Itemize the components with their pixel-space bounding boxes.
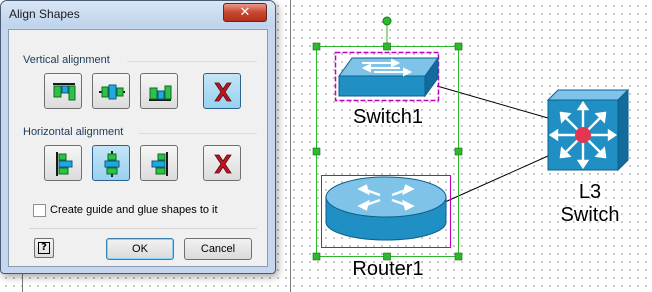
align-top-button[interactable] (44, 73, 82, 109)
align-middle-button[interactable] (92, 73, 130, 109)
create-guide-checkbox[interactable] (33, 204, 46, 217)
red-x-icon (214, 82, 232, 102)
close-button[interactable]: ✕ (223, 3, 267, 22)
l3-switch-label-line1[interactable]: L3 (558, 181, 622, 204)
connector-switch1-l3[interactable] (436, 85, 549, 119)
connector-router1-l3[interactable] (444, 155, 549, 203)
switch1-label[interactable]: Switch1 (345, 106, 431, 129)
router-icon[interactable] (321, 175, 451, 248)
create-guide-checkbox-label[interactable]: Create guide and glue shapes to it (50, 204, 218, 216)
vertical-alignment-label: Vertical alignment (23, 54, 110, 66)
align-center-button[interactable] (92, 145, 130, 181)
l3-switch-icon[interactable] (546, 88, 630, 172)
horizontal-alignment-label: Horizontal alignment (23, 126, 124, 138)
align-right-icon (151, 152, 168, 176)
align-bottom-button[interactable] (140, 73, 178, 109)
align-middle-icon (99, 84, 125, 100)
router1-label[interactable]: Router1 (344, 258, 432, 281)
align-left-icon (56, 152, 73, 176)
align-bottom-icon (149, 85, 172, 101)
switch-icon[interactable] (334, 51, 440, 102)
cancel-button[interactable]: Cancel (184, 238, 252, 260)
align-top-icon (53, 83, 76, 101)
align-right-button[interactable] (140, 145, 178, 181)
dialog-titlebar[interactable]: Align Shapes ✕ (1, 1, 275, 27)
align-center-icon (104, 151, 120, 177)
horizontal-group-divider (139, 133, 257, 134)
no-vertical-alignment-button[interactable] (203, 73, 241, 109)
button-row-separator (29, 228, 257, 229)
no-horizontal-alignment-button[interactable] (203, 145, 241, 181)
align-left-button[interactable] (44, 145, 82, 181)
dialog-title: Align Shapes (9, 7, 80, 21)
help-icon: ? (38, 242, 50, 254)
vertical-group-divider (127, 61, 257, 62)
red-x-icon (214, 154, 232, 174)
rotation-handle[interactable] (382, 16, 392, 26)
align-shapes-dialog: Align Shapes ✕ Vertical alignment Horizo… (0, 0, 276, 274)
close-icon: ✕ (239, 5, 251, 20)
ok-button[interactable]: OK (106, 238, 174, 260)
help-button[interactable]: ? (34, 238, 54, 258)
dialog-client-area: Vertical alignment Horizontal alignment … (8, 29, 268, 267)
l3-switch-label-line2[interactable]: Switch (552, 204, 628, 227)
